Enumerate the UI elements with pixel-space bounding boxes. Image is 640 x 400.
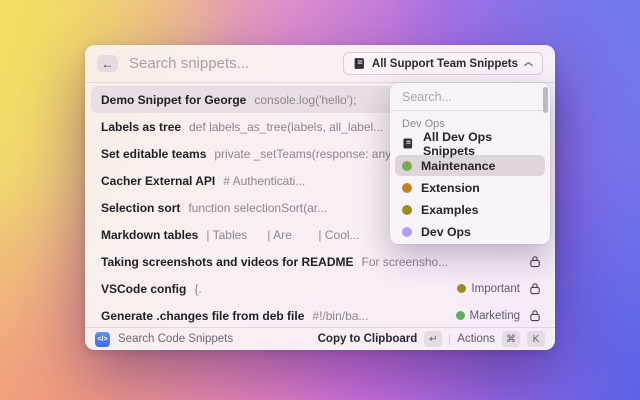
back-button[interactable]: ← (97, 55, 118, 72)
search-input[interactable]: Search snippets... (129, 55, 249, 72)
popover-item-label: Maintenance (421, 158, 496, 173)
snippet-preview: For screensho... (361, 254, 449, 269)
snippet-title: Cacher External API (101, 173, 216, 188)
return-key-badge: ↵ (424, 331, 443, 347)
snippet-title: Labels as tree (101, 119, 182, 134)
collection-dropdown-button[interactable]: All Support Team Snippets (342, 52, 543, 75)
label-dot (402, 226, 412, 237)
chevron-up-icon (524, 61, 533, 66)
popover-item-all-dev-ops[interactable]: All Dev Ops Snippets (395, 130, 545, 158)
lock-icon (530, 256, 540, 268)
collection-dropdown-label: All Support Team Snippets (371, 57, 518, 70)
label-dot (402, 182, 412, 193)
label-text: Important (471, 282, 520, 295)
lock-icon (530, 310, 540, 322)
snippet-preview: #!/bin/ba... (312, 308, 369, 323)
snippet-title: Generate .changes file from deb file (101, 308, 305, 323)
popover-item-dev-ops[interactable]: Dev Ops (395, 221, 545, 242)
snippet-preview: {. (194, 281, 202, 296)
popover-search-input[interactable]: Search... (390, 83, 550, 111)
footer-app-label: Search Code Snippets (118, 333, 234, 345)
collection-popover: Search... Dev Ops All Dev Ops Snippets M… (390, 83, 550, 244)
snippet-title: Taking screenshots and videos for README (101, 254, 354, 269)
code-snippets-app-icon: </> (95, 331, 110, 347)
label-tag-important: Important (457, 283, 520, 295)
footer-bar: </> Search Code Snippets Copy to Clipboa… (85, 327, 555, 350)
popover-item-label: All Dev Ops Snippets (423, 129, 493, 158)
search-header: ← Search snippets... All Support Team Sn… (85, 45, 555, 83)
popover-item-examples[interactable]: Examples (395, 199, 545, 220)
k-key-badge: K (527, 331, 545, 347)
lock-icon (530, 283, 540, 295)
copy-to-clipboard-button[interactable]: Copy to Clipboard (318, 333, 418, 345)
label-text: Marketing (469, 309, 521, 322)
footer-divider (449, 333, 451, 345)
snippet-title: Selection sort (101, 200, 181, 215)
snippets-window: ← Search snippets... All Support Team Sn… (85, 45, 555, 350)
label-tag-marketing: Marketing (455, 309, 521, 322)
snippet-row-generate-changes[interactable]: Generate .changes file from deb file #!/… (91, 302, 549, 329)
cmd-key-badge: ⌘ (502, 331, 520, 347)
snippet-title: VSCode config (101, 281, 187, 296)
label-dot (457, 284, 467, 293)
snippet-row-taking-screenshots[interactable]: Taking screenshots and videos for README… (91, 248, 549, 275)
snippet-row-vscode-config[interactable]: VSCode config {. Important (91, 275, 549, 302)
snippet-title: Demo Snippet for George (101, 92, 247, 107)
popover-item-label: Examples (421, 202, 479, 217)
popover-item-label: Dev Ops (421, 224, 471, 239)
actions-button[interactable]: Actions (457, 333, 495, 345)
snippets-book-icon (354, 58, 364, 69)
label-dot (402, 160, 412, 171)
snippet-title: Set editable teams (101, 146, 207, 161)
snippet-title: Markdown tables (101, 227, 199, 242)
label-dot (402, 204, 412, 215)
popover-scrollbar[interactable] (543, 87, 548, 113)
popover-item-label: Extension (421, 180, 480, 195)
popover-item-extension[interactable]: Extension (395, 177, 545, 198)
popover-item-maintenance[interactable]: Maintenance (395, 155, 545, 176)
label-dot (455, 311, 465, 320)
snippets-book-icon (403, 138, 413, 149)
